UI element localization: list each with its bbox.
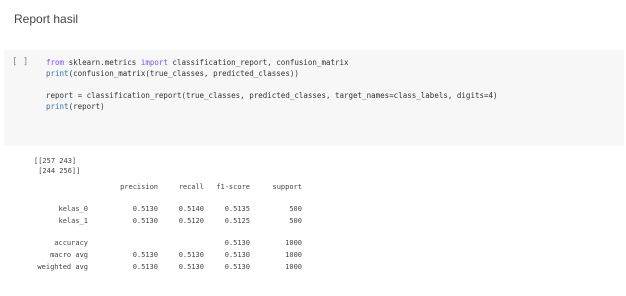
section-heading: Report hasil (14, 12, 79, 26)
cell-precision: 0.5130 (132, 251, 158, 259)
row-label: macro avg (50, 251, 88, 259)
report-summary-row: weighted avg 0.5130 0.5130 0.5130 1000 (34, 261, 302, 273)
cell-f1: 0.5130 (224, 239, 250, 247)
report-spacer (34, 227, 302, 237)
print-args: (report) (68, 102, 105, 111)
print-call: print (46, 69, 69, 78)
print-args: (confusion_matrix(true_classes, predicte… (68, 69, 299, 78)
cell-recall: 0.5130 (178, 263, 204, 271)
code-line-5: print(report) (46, 102, 105, 111)
header-recall: recall (178, 183, 204, 191)
header-precision: precision (120, 183, 158, 191)
cell-support: 500 (289, 217, 302, 225)
cell-support: 500 (289, 205, 302, 213)
cell-precision (88, 237, 158, 249)
code-line-4: report = classification_report(true_clas… (46, 91, 498, 100)
code-line-1: from sklearn.metrics import classificati… (46, 58, 349, 67)
cell-recall: 0.5130 (178, 251, 204, 259)
cell-recall: 0.5120 (178, 217, 204, 225)
report-corner (34, 181, 88, 193)
cell-f1: 0.5130 (224, 263, 250, 271)
import-names: classification_report, confusion_matrix (167, 58, 349, 67)
cell-precision: 0.5130 (132, 217, 158, 225)
matrix-row-2: [244 256]] (34, 167, 81, 175)
header-f1-score: f1-score (216, 183, 250, 191)
cell-run-indicator[interactable]: [ ] (12, 57, 28, 67)
keyword-from: from (46, 58, 65, 67)
cell-f1: 0.5125 (224, 217, 250, 225)
confusion-matrix-output: [[257 243] [244 256]] (34, 156, 80, 176)
keyword-import: import (140, 58, 168, 67)
cell-support: 1000 (285, 239, 302, 247)
row-label: accuracy (54, 239, 88, 247)
classification-report: precision recall f1-score support kelas_… (34, 181, 302, 273)
report-summary-row: accuracy 0.5130 1000 (34, 237, 302, 249)
report-summary-row: macro avg 0.5130 0.5130 0.5130 1000 (34, 249, 302, 261)
code-editor[interactable]: from sklearn.metrics import classificati… (46, 57, 498, 112)
report-row: kelas_0 0.5130 0.5140 0.5135 500 (34, 203, 302, 215)
cell-f1: 0.5135 (224, 205, 250, 213)
matrix-row-1: [[257 243] (34, 157, 77, 165)
report-row: kelas_1 0.5130 0.5120 0.5125 500 (34, 215, 302, 227)
cell-recall (158, 237, 204, 249)
cell-support: 1000 (285, 263, 302, 271)
report-spacer (34, 193, 302, 203)
code-line-2: print(confusion_matrix(true_classes, pre… (46, 69, 299, 78)
cell-precision: 0.5130 (132, 205, 158, 213)
cell-f1: 0.5130 (224, 251, 250, 259)
cell-recall: 0.5140 (178, 205, 204, 213)
row-label: kelas_0 (58, 205, 88, 213)
row-label: weighted avg (37, 263, 88, 271)
row-label: kelas_1 (58, 217, 88, 225)
module-name: sklearn.metrics (64, 58, 141, 67)
print-call: print (46, 102, 69, 111)
cell-support: 1000 (285, 251, 302, 259)
report-header-row: precision recall f1-score support (34, 181, 302, 193)
header-support: support (272, 183, 302, 191)
cell-precision: 0.5130 (132, 263, 158, 271)
